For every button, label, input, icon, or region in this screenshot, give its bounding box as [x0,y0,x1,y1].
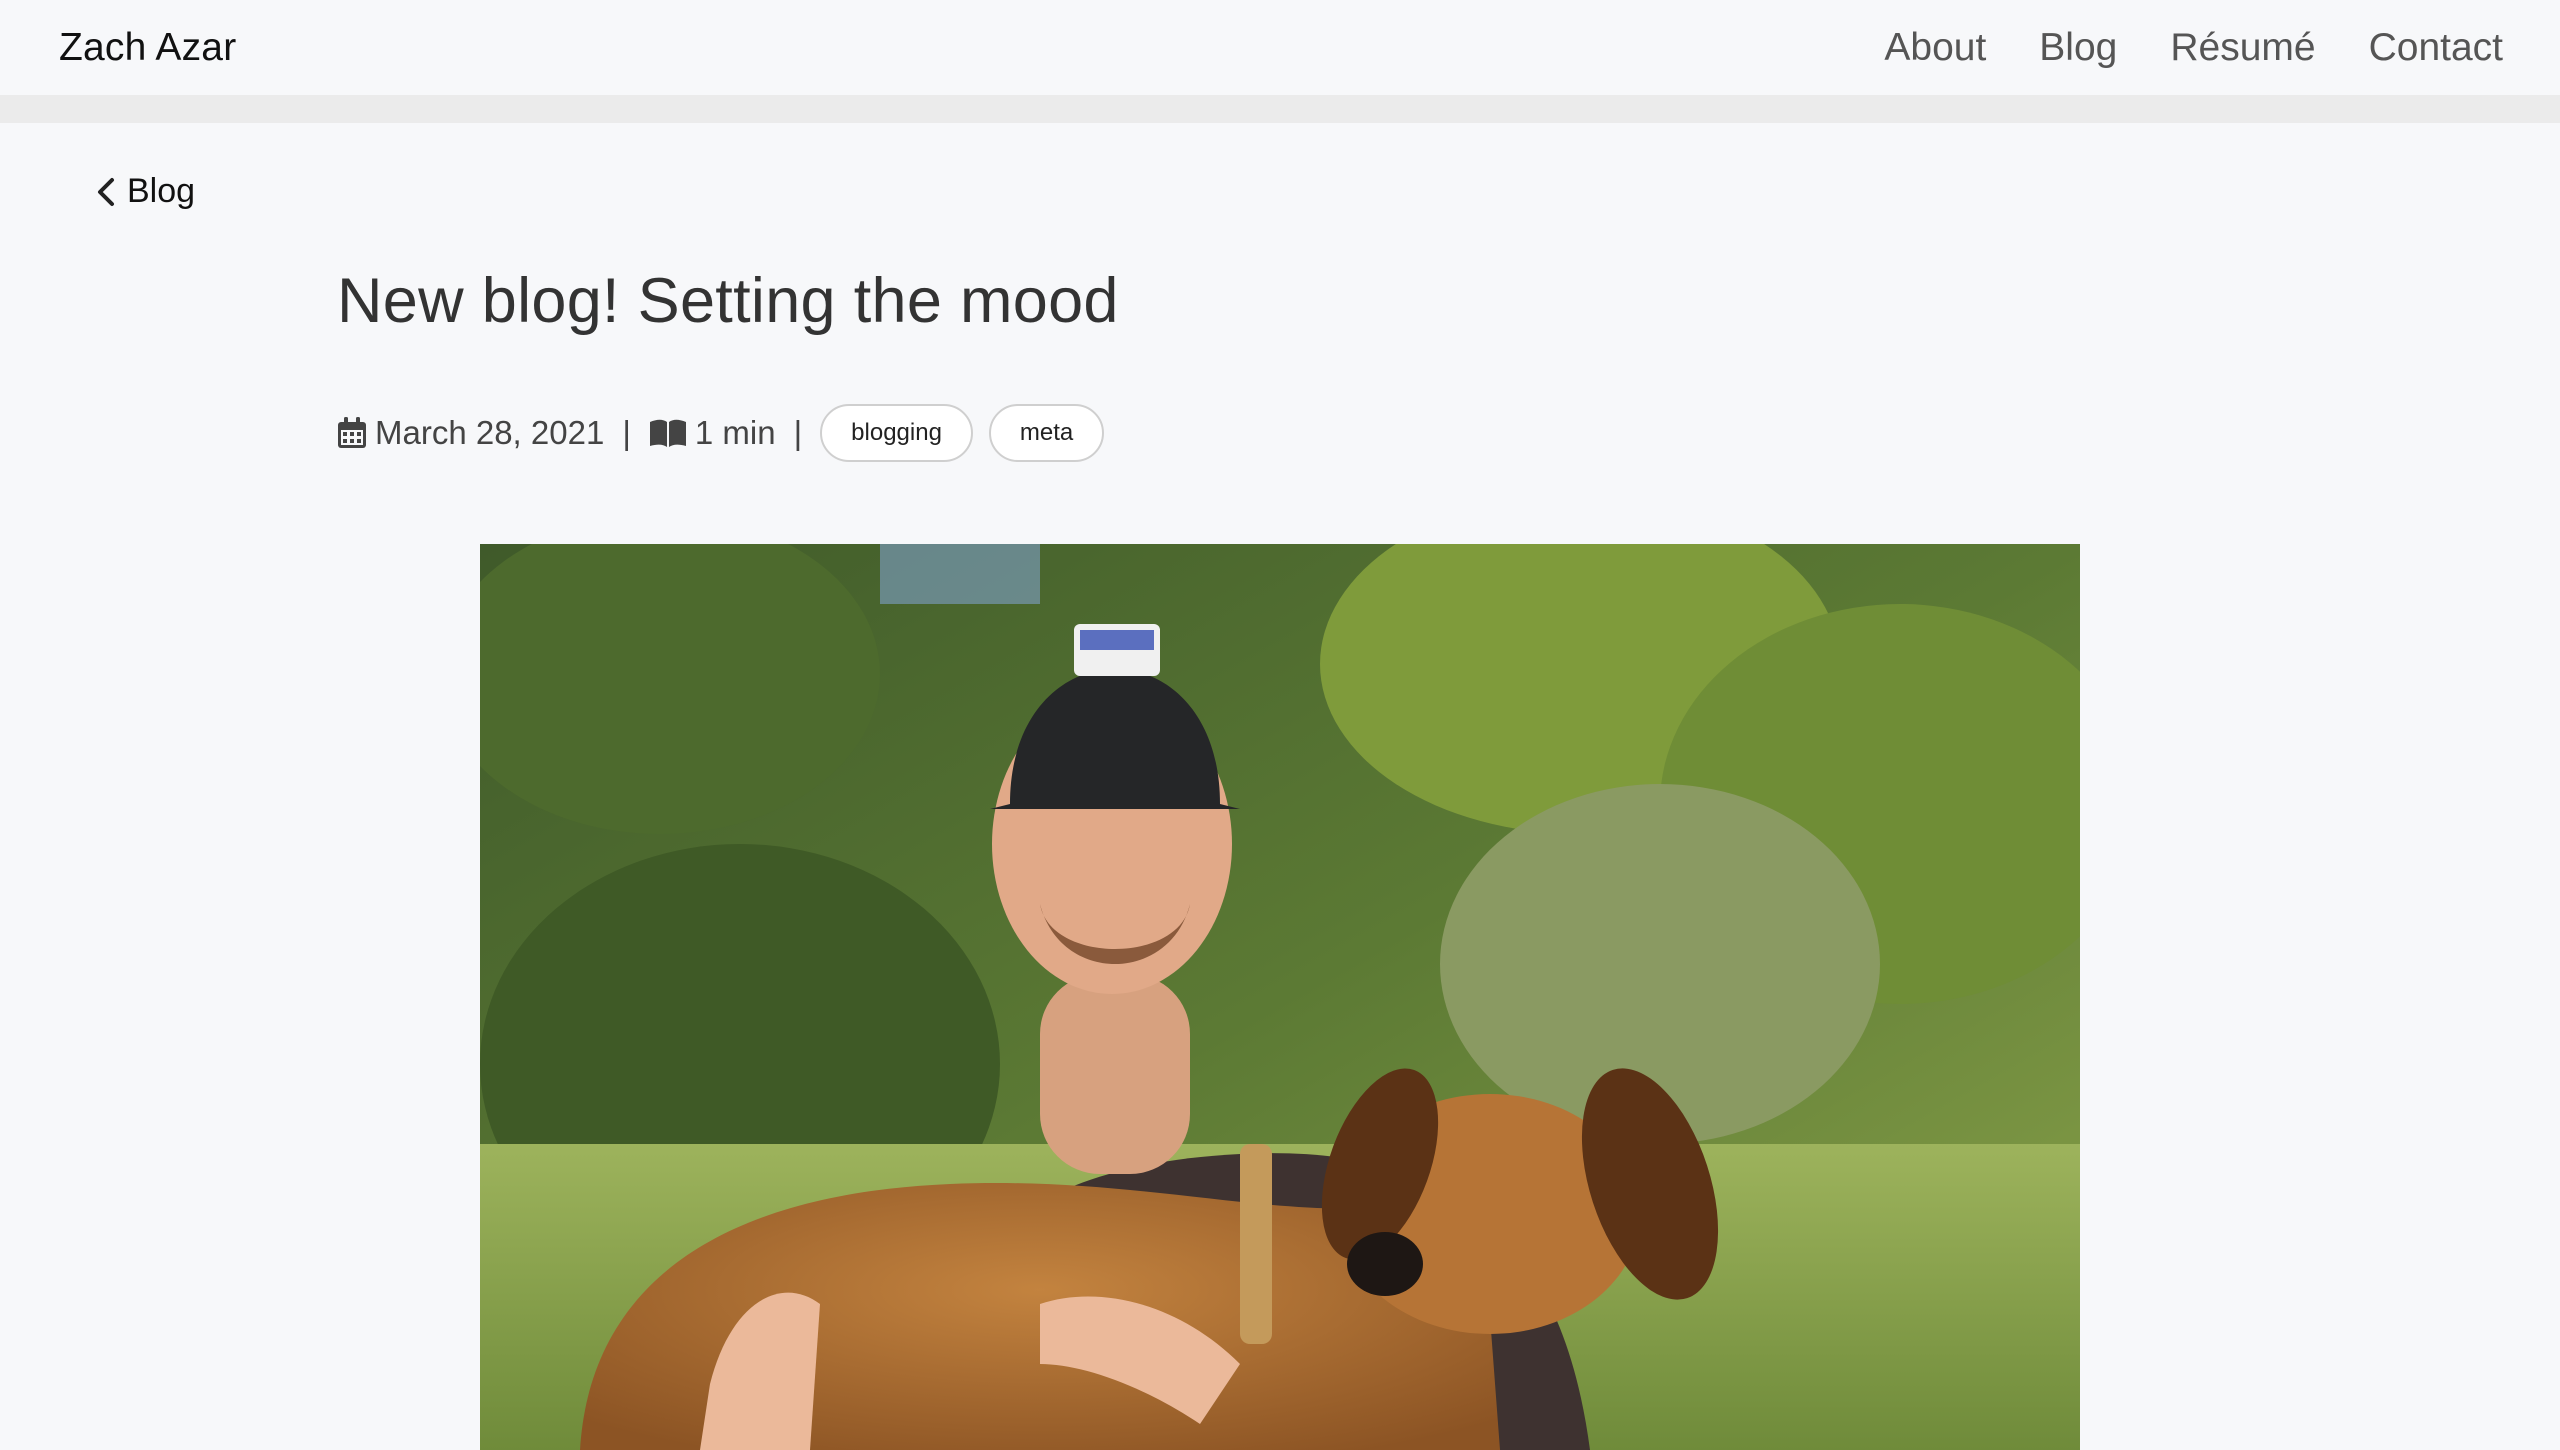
nav-contact[interactable]: Contact [2369,26,2503,70]
post-hero-image [480,544,2080,1450]
main-nav: About Blog Résumé Contact [1884,26,2503,70]
chevron-left-icon [98,177,114,206]
header-divider-band [0,95,2560,123]
nav-resume[interactable]: Résumé [2170,26,2315,70]
meta-separator: | [793,414,803,451]
site-name-link[interactable]: Zach Azar [59,26,236,70]
hero-photo [480,544,2080,1450]
back-link-label: Blog [127,172,196,210]
post-date: March 28, 2021 [375,414,605,451]
meta-separator: | [622,414,631,451]
book-open-icon [649,418,687,448]
post-read-time: 1 min [694,414,776,451]
tag-blogging[interactable]: blogging [820,404,973,462]
nav-blog[interactable]: Blog [2039,26,2117,70]
back-to-blog-link[interactable]: Blog [95,172,195,211]
calendar-icon [337,417,367,449]
post-title: New blog! Setting the mood [337,266,1119,336]
nav-about[interactable]: About [1884,26,1986,70]
site-header: Zach Azar About Blog Résumé Contact [0,0,2560,95]
tag-meta[interactable]: meta [988,404,1105,462]
post-meta: March 28, 2021 | 1 min | blogging meta [337,402,1120,464]
